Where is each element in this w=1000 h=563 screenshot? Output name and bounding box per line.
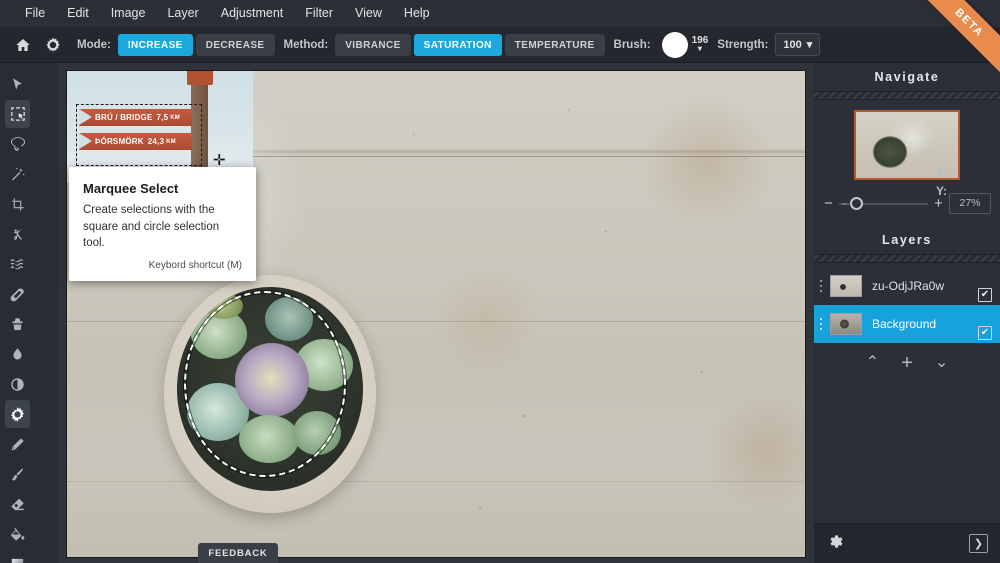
tooltip-body: Create selections with the square and ci… [83, 204, 220, 250]
menu-bar: File Edit Image Layer Adjustment Filter … [0, 0, 1000, 27]
chevron-down-icon: ▾ [806, 39, 813, 51]
mode-option-decrease[interactable]: DECREASE [195, 33, 275, 56]
blur-tool[interactable] [5, 340, 30, 368]
right-panel: Navigate X: Y: − + 27% Layers zu-OdjJRa0… [814, 63, 1000, 563]
collapse-panel-icon[interactable]: ❯ [969, 534, 988, 553]
image-editor-app: File Edit Image Layer Adjustment Filter … [0, 0, 1000, 563]
add-layer-button[interactable]: + [901, 353, 913, 373]
menu-item-adjustment[interactable]: Adjustment [210, 0, 295, 27]
zoom-slider[interactable] [839, 197, 928, 211]
coordinate-y-label: Y: [936, 184, 948, 198]
layer-action-bar: ⌃ + ⌄ [814, 345, 1000, 381]
clone-stamp-tool[interactable] [5, 310, 30, 338]
navigate-panel-title: Navigate [874, 70, 940, 84]
panel-divider [814, 254, 1000, 263]
canvas-grain-line [67, 481, 805, 482]
zoom-slider-handle[interactable] [850, 197, 863, 210]
navigator-coordinates: X: Y: [936, 163, 948, 201]
mode-label: Mode: [77, 38, 111, 51]
crop-tool[interactable] [5, 190, 30, 218]
succulent-pot-image [164, 275, 376, 513]
layer-thumbnail [830, 313, 862, 335]
panel-divider [814, 91, 1000, 100]
tooltip-title: Marquee Select [83, 181, 179, 196]
magic-wand-tool[interactable] [5, 160, 30, 188]
zoom-level-value[interactable]: 27% [949, 193, 991, 214]
menu-item-view[interactable]: View [344, 0, 393, 27]
menu-item-edit[interactable]: Edit [56, 0, 100, 27]
zoom-control-row: − + 27% [814, 180, 1000, 214]
tooltip-shortcut: Keybord shortcut (M) [148, 260, 242, 272]
gear-icon[interactable] [826, 533, 843, 555]
strength-value: 100 [783, 38, 802, 51]
gradient-tool[interactable] [5, 550, 30, 563]
move-layer-up-button[interactable]: ⌃ [866, 355, 879, 371]
home-icon[interactable] [8, 30, 38, 60]
layer-thumbnail [830, 275, 862, 297]
brush-tool[interactable] [5, 460, 30, 488]
elliptical-marquee-selection[interactable] [184, 291, 346, 477]
tool-palette [0, 63, 58, 563]
coordinate-x-label: X: [936, 165, 948, 179]
heal-tool[interactable] [5, 280, 30, 308]
method-option-temperature[interactable]: TEMPERATURE [504, 33, 605, 56]
tool-tooltip: Marquee Select Create selections with th… [69, 167, 256, 282]
brush-size-control[interactable]: 196 ▾ [661, 31, 709, 58]
move-layer-down-button[interactable]: ⌄ [935, 355, 948, 371]
method-option-vibrance[interactable]: VIBRANCE [335, 33, 411, 56]
paint-bucket-tool[interactable] [5, 520, 30, 548]
method-segmented-control: VIBRANCE SATURATION TEMPERATURE [335, 33, 605, 56]
chevron-down-icon[interactable]: ▾ [692, 45, 709, 53]
strength-label: Strength: [717, 38, 769, 51]
scissors-tool[interactable] [5, 220, 30, 248]
layers-panel-title: Layers [882, 233, 932, 247]
lasso-tool[interactable] [5, 130, 30, 158]
canvas-grain-line [67, 321, 805, 322]
crosshair-cursor-icon: ✛ [213, 152, 226, 169]
brush-label: Brush: [613, 38, 651, 51]
zoom-out-button[interactable]: − [823, 195, 834, 212]
menu-item-file[interactable]: File [14, 0, 56, 27]
feedback-button[interactable]: FEEDBACK [198, 543, 278, 563]
layer-name: zu-OdjJRa0w [872, 279, 945, 293]
menu-item-image[interactable]: Image [100, 0, 157, 27]
strength-dropdown[interactable]: 100 ▾ [775, 33, 821, 56]
brush-preview-icon [661, 31, 688, 58]
liquify-tool[interactable] [5, 250, 30, 278]
options-bar: Mode: INCREASE DECREASE Method: VIBRANCE… [0, 27, 1000, 63]
layer-name: Background [872, 317, 937, 331]
move-tool[interactable] [5, 70, 30, 98]
layer-visibility-checkbox[interactable]: ✔ [978, 288, 992, 302]
layer-visibility-checkbox[interactable]: ✔ [978, 326, 992, 340]
panel-footer: ❯ [814, 523, 1000, 563]
layer-row[interactable]: zu-OdjJRa0w ✔ [814, 267, 1000, 305]
zoom-slider-tick [842, 202, 847, 205]
saturation-tool[interactable] [5, 400, 30, 428]
menu-item-filter[interactable]: Filter [294, 0, 344, 27]
dodge-burn-tool[interactable] [5, 370, 30, 398]
pencil-tool[interactable] [5, 430, 30, 458]
marquee-select-tool[interactable] [5, 100, 30, 128]
method-label: Method: [283, 38, 329, 51]
mode-segmented-control: INCREASE DECREASE [117, 33, 275, 56]
menu-item-help[interactable]: Help [393, 0, 441, 27]
layers-list: zu-OdjJRa0w ✔ Background ✔ [814, 263, 1000, 343]
menu-item-layer[interactable]: Layer [156, 0, 209, 27]
saturation-icon[interactable] [38, 30, 68, 60]
signpost-bracket [187, 71, 213, 85]
layer-row[interactable]: Background ✔ [814, 305, 1000, 343]
brush-size-value-wrap: 196 ▾ [692, 36, 709, 53]
method-option-saturation[interactable]: SATURATION [413, 33, 502, 56]
rectangular-marquee-selection[interactable] [76, 104, 202, 166]
drag-handle-icon[interactable] [820, 280, 823, 295]
canvas-area[interactable]: BRÚ / BRIDGE 7,5 KM ÞÓRSMÖRK 24,3 KM ✛ F… [58, 63, 814, 563]
mode-option-increase[interactable]: INCREASE [117, 33, 193, 56]
eraser-tool[interactable] [5, 490, 30, 518]
document-canvas[interactable]: BRÚ / BRIDGE 7,5 KM ÞÓRSMÖRK 24,3 KM ✛ [66, 70, 806, 558]
tool-grid [0, 63, 58, 563]
drag-handle-icon[interactable] [820, 318, 823, 333]
